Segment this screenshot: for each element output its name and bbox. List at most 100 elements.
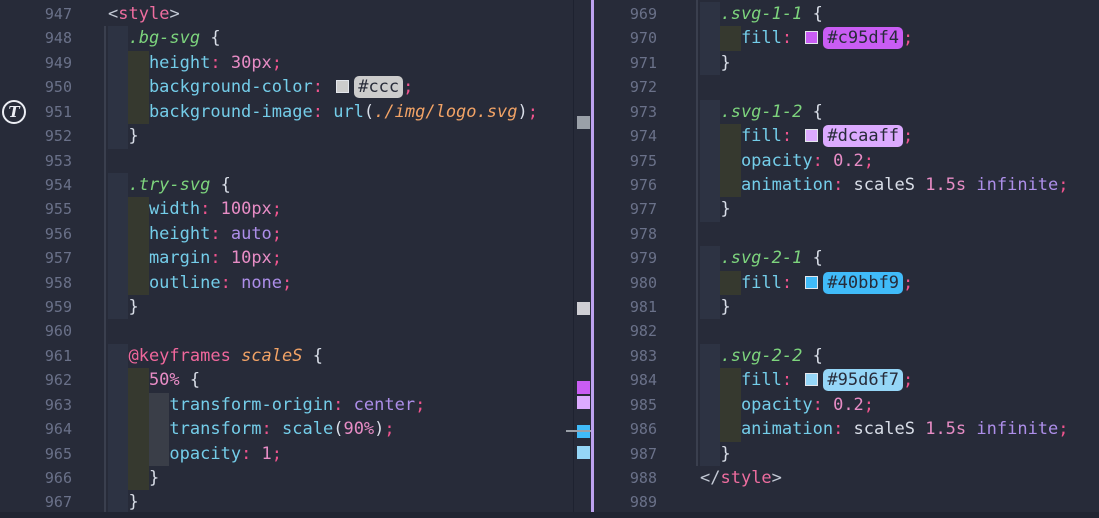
indent-guide-block <box>108 197 128 221</box>
line-number[interactable]: 969 <box>594 2 657 26</box>
code-line[interactable]: 975opacity: 0.2; <box>594 149 1099 173</box>
line-number[interactable]: 970 <box>594 26 657 50</box>
line-number[interactable]: 986 <box>594 417 657 441</box>
line-number[interactable]: 977 <box>594 197 657 221</box>
color-swatch[interactable] <box>805 129 818 142</box>
code-line[interactable]: 952} <box>0 124 574 148</box>
code-token: 0.2 <box>823 151 864 171</box>
code-line[interactable]: 953 <box>0 149 574 173</box>
code-line[interactable]: 985opacity: 0.2; <box>594 393 1099 417</box>
line-number[interactable]: 983 <box>594 344 657 368</box>
line-number[interactable]: 971 <box>594 51 657 75</box>
code-line[interactable]: 969.svg-1-1 { <box>594 2 1099 26</box>
line-number[interactable]: 974 <box>594 124 657 148</box>
line-number[interactable]: 965 <box>0 442 72 466</box>
code-line[interactable]: 983.svg-2-2 { <box>594 344 1099 368</box>
line-number[interactable]: 957 <box>0 246 72 270</box>
line-number[interactable]: 964 <box>0 417 72 441</box>
code-content: .svg-1-2 { <box>657 100 823 124</box>
line-number[interactable]: 961 <box>0 344 72 368</box>
code-line[interactable]: 959} <box>0 295 574 319</box>
line-number[interactable]: 985 <box>594 393 657 417</box>
line-number[interactable]: 954 <box>0 173 72 197</box>
line-number[interactable]: 980 <box>594 271 657 295</box>
line-number[interactable]: 963 <box>0 393 72 417</box>
code-line[interactable]: 982 <box>594 319 1099 343</box>
line-number[interactable]: 987 <box>594 442 657 466</box>
line-number[interactable]: 988 <box>594 466 657 490</box>
line-number[interactable]: 958 <box>0 271 72 295</box>
line-number[interactable]: 947 <box>0 2 72 26</box>
code-token <box>302 346 312 366</box>
code-line[interactable]: 964transform: scale(90%); <box>0 417 574 441</box>
code-line[interactable]: 947<style> <box>0 2 574 26</box>
code-token: center <box>343 395 415 415</box>
line-number[interactable]: 953 <box>0 149 72 173</box>
line-number[interactable]: 978 <box>594 222 657 246</box>
line-number[interactable]: 952 <box>0 124 72 148</box>
code-token: auto <box>221 224 272 244</box>
line-number[interactable]: 966 <box>0 466 72 490</box>
code-line[interactable]: 987} <box>594 442 1099 466</box>
line-number[interactable]: 979 <box>594 246 657 270</box>
code-line[interactable]: 977} <box>594 197 1099 221</box>
line-number[interactable]: 950 <box>0 75 72 99</box>
line-number[interactable]: 975 <box>594 149 657 173</box>
line-number[interactable]: 955 <box>0 197 72 221</box>
code-token: ) <box>374 419 384 439</box>
code-line[interactable]: 949height: 30px; <box>0 51 574 75</box>
code-line[interactable]: 988</style> <box>594 466 1099 490</box>
code-line[interactable]: 970fill: #c95df4; <box>594 26 1099 50</box>
code-line[interactable]: 960 <box>0 319 574 343</box>
code-line[interactable]: 986animation: scaleS 1.5s infinite; <box>594 417 1099 441</box>
code-line[interactable]: 961@keyframes scaleS { <box>0 344 574 368</box>
code-line[interactable]: 96250% { <box>0 368 574 392</box>
color-swatch[interactable] <box>805 31 818 44</box>
code-line[interactable]: 963transform-origin: center; <box>0 393 574 417</box>
code-token: background-image <box>149 102 313 122</box>
code-line[interactable]: 978 <box>594 222 1099 246</box>
code-line[interactable]: 950background-color: #ccc; <box>0 75 574 99</box>
line-number[interactable]: 973 <box>594 100 657 124</box>
code-line[interactable]: 980fill: #40bbf9; <box>594 271 1099 295</box>
code-line[interactable]: 974fill: #dcaaff; <box>594 124 1099 148</box>
code-line[interactable]: 981} <box>594 295 1099 319</box>
indent-guide-block <box>128 393 148 417</box>
code-token: outline <box>149 273 221 293</box>
code-token: animation <box>741 175 833 195</box>
color-swatch[interactable] <box>805 276 818 289</box>
code-line[interactable]: 966} <box>0 466 574 490</box>
line-number[interactable]: 982 <box>594 319 657 343</box>
line-number[interactable]: 956 <box>0 222 72 246</box>
code-line[interactable]: 976animation: scaleS 1.5s infinite; <box>594 173 1099 197</box>
code-line[interactable]: 958outline: none; <box>0 271 574 295</box>
line-number[interactable]: 972 <box>594 75 657 99</box>
code-line[interactable]: 951background-image: url(./img/logo.svg)… <box>0 100 574 124</box>
line-number[interactable]: 949 <box>0 51 72 75</box>
line-number[interactable]: 976 <box>594 173 657 197</box>
editor-pane-right[interactable]: 969.svg-1-1 {970fill: #c95df4;971}972973… <box>594 0 1099 518</box>
bookmark-icon[interactable]: T <box>2 100 26 124</box>
line-number[interactable]: 984 <box>594 368 657 392</box>
overview-ruler[interactable] <box>574 0 591 518</box>
code-line[interactable]: 955width: 100px; <box>0 197 574 221</box>
line-number[interactable]: 959 <box>0 295 72 319</box>
code-line[interactable]: 979.svg-2-1 { <box>594 246 1099 270</box>
line-number[interactable]: 981 <box>594 295 657 319</box>
editor-pane-left[interactable]: 947<style>948.bg-svg {949height: 30px;95… <box>0 0 574 518</box>
code-line[interactable]: 956height: auto; <box>0 222 574 246</box>
code-token: background-color <box>149 77 313 97</box>
code-line[interactable]: 972 <box>594 75 1099 99</box>
code-line[interactable]: 984fill: #95d6f7; <box>594 368 1099 392</box>
color-swatch[interactable] <box>336 80 349 93</box>
line-number[interactable]: 962 <box>0 368 72 392</box>
code-line[interactable]: 973.svg-1-2 { <box>594 100 1099 124</box>
color-swatch[interactable] <box>805 373 818 386</box>
code-line[interactable]: 954.try-svg { <box>0 173 574 197</box>
code-line[interactable]: 948.bg-svg { <box>0 26 574 50</box>
code-line[interactable]: 957margin: 10px; <box>0 246 574 270</box>
line-number[interactable]: 960 <box>0 319 72 343</box>
line-number[interactable]: 948 <box>0 26 72 50</box>
code-line[interactable]: 971} <box>594 51 1099 75</box>
code-line[interactable]: 965opacity: 1; <box>0 442 574 466</box>
